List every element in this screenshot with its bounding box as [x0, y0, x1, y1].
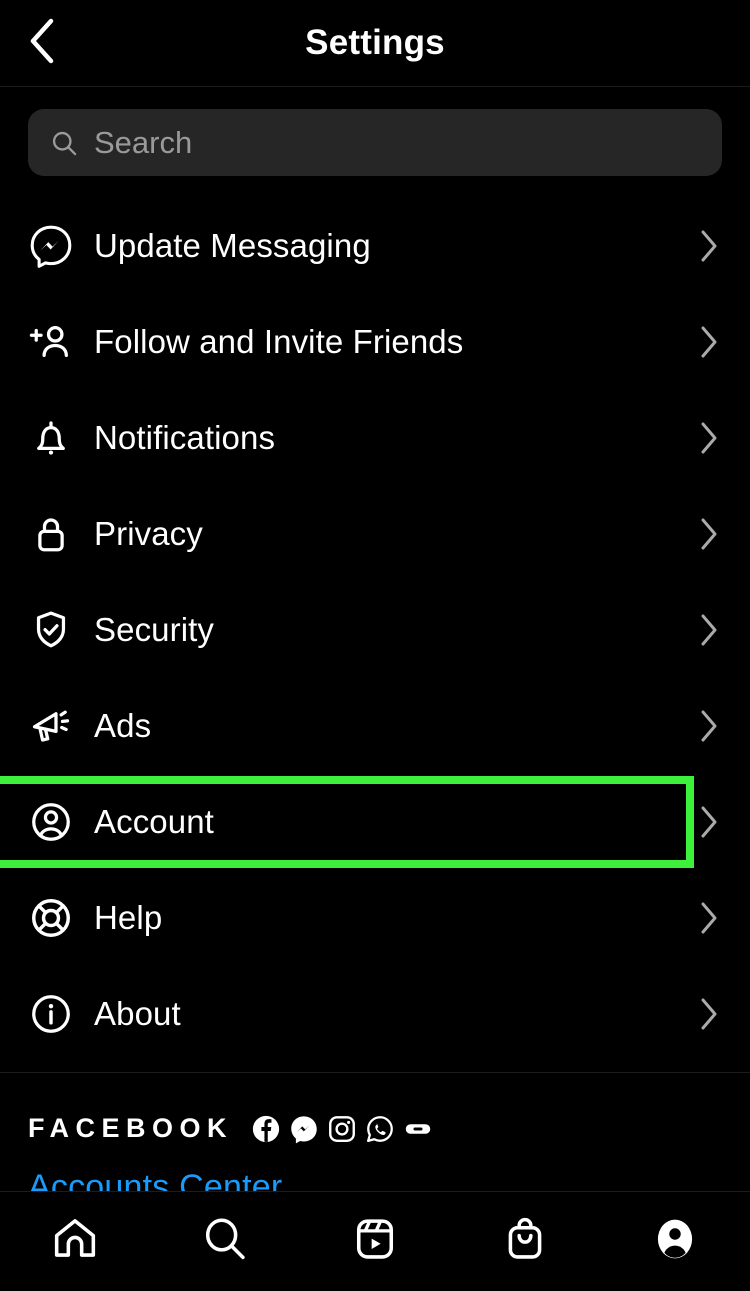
menu-row-follow-and-invite-friends[interactable]: Follow and Invite Friends: [0, 294, 750, 390]
shop-bag-icon: [500, 1214, 550, 1269]
whatsapp-icon: [365, 1114, 395, 1144]
home-icon: [50, 1214, 100, 1269]
megaphone-icon: [28, 703, 84, 749]
nav-item-shop[interactable]: [450, 1192, 600, 1291]
app-header: Settings: [0, 0, 750, 87]
nav-item-reels[interactable]: [300, 1192, 450, 1291]
menu-label: Follow and Invite Friends: [94, 323, 464, 360]
search-icon: [200, 1214, 250, 1269]
menu-row-privacy[interactable]: Privacy: [0, 486, 750, 582]
nav-item-search[interactable]: [150, 1192, 300, 1291]
account-circle-icon: [28, 799, 84, 845]
menu-row-ads[interactable]: Ads: [0, 678, 750, 774]
page-title: Settings: [305, 23, 445, 62]
menu-row-account[interactable]: Account: [0, 774, 750, 870]
menu-label: Notifications: [94, 419, 276, 456]
brand-icon-group: [251, 1114, 441, 1144]
menu-row-notifications[interactable]: Notifications: [0, 390, 750, 486]
chevron-right-icon: [692, 516, 726, 552]
chevron-right-icon: [692, 996, 726, 1032]
chevron-left-icon: [25, 16, 59, 71]
menu-label: Help: [94, 899, 163, 936]
search-section: [0, 87, 750, 190]
chevron-right-icon: [692, 804, 726, 840]
chevron-right-icon: [692, 708, 726, 744]
facebook-wordmark: FACEBOOK: [28, 1113, 234, 1143]
menu-label: Account: [94, 803, 214, 840]
messenger-icon: [28, 223, 84, 269]
menu-label: Ads: [94, 707, 152, 744]
profile-avatar-icon: [650, 1214, 700, 1269]
messenger-icon: [289, 1114, 319, 1144]
info-circle-icon: [28, 991, 84, 1037]
menu-row-help[interactable]: Help: [0, 870, 750, 966]
menu-label: About: [94, 995, 181, 1032]
person-add-icon: [28, 319, 84, 365]
bottom-navigation-bar: [0, 1191, 750, 1291]
facebook-brand-row: FACEBOOK: [28, 1113, 722, 1144]
bell-icon: [28, 415, 84, 461]
chevron-right-icon: [692, 900, 726, 936]
menu-label: Update Messaging: [94, 227, 371, 264]
nav-item-home[interactable]: [0, 1192, 150, 1291]
menu-label: Security: [94, 611, 215, 648]
oculus-icon: [403, 1114, 433, 1144]
facebook-icon: [251, 1114, 281, 1144]
menu-row-about[interactable]: About: [0, 966, 750, 1062]
shield-check-icon: [28, 607, 84, 653]
back-button[interactable]: [16, 0, 68, 86]
chevron-right-icon: [692, 324, 726, 360]
chevron-right-icon: [692, 420, 726, 456]
chevron-right-icon: [692, 612, 726, 648]
instagram-icon: [327, 1114, 357, 1144]
reels-icon: [350, 1214, 400, 1269]
menu-label: Privacy: [94, 515, 203, 552]
footer-section: FACEBOOK Accounts Center: [0, 1072, 750, 1207]
search-icon: [50, 129, 78, 157]
menu-row-update-messaging[interactable]: Update Messaging: [0, 198, 750, 294]
lock-icon: [28, 511, 84, 557]
lifebuoy-icon: [28, 895, 84, 941]
chevron-right-icon: [692, 228, 726, 264]
nav-item-profile[interactable]: [600, 1192, 750, 1291]
menu-row-security[interactable]: Security: [0, 582, 750, 678]
search-field[interactable]: [28, 109, 722, 176]
search-input[interactable]: [94, 124, 700, 161]
settings-menu-list: Update Messaging Follow and Invite Frien…: [0, 190, 750, 1062]
